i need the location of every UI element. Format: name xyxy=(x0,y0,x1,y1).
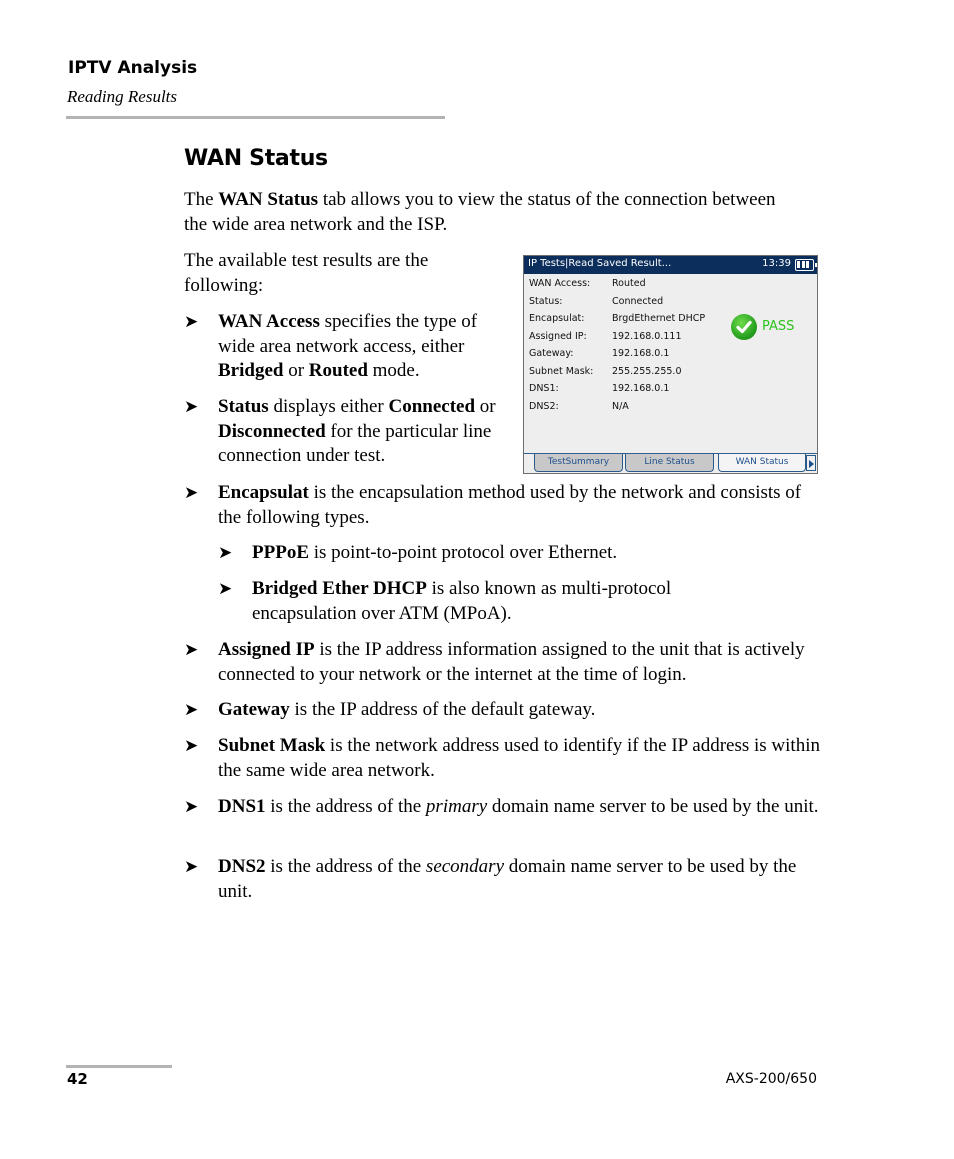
device-tab-bar: TestSummary Line Status WAN Status xyxy=(524,453,817,473)
tab-line-status[interactable]: Line Status xyxy=(625,454,714,472)
tab-scroll-right-icon[interactable] xyxy=(806,455,816,471)
section-subtitle: Reading Results xyxy=(67,87,178,106)
bullet-arrow-icon: ➤ xyxy=(184,797,199,817)
header-divider xyxy=(66,116,445,119)
page-number: 42 xyxy=(67,1070,88,1088)
bullet-arrow-icon: ➤ xyxy=(184,312,199,332)
device-screenshot: IP Tests|Read Saved Result... 13:39 WAN … xyxy=(523,255,818,474)
bullet-arrow-icon: ➤ xyxy=(184,700,199,720)
chapter-title: IPTV Analysis xyxy=(68,58,198,78)
battery-full-icon xyxy=(795,259,817,271)
tab-wan-status[interactable]: WAN Status xyxy=(718,454,806,472)
device-title: IP Tests|Read Saved Result... xyxy=(528,258,672,269)
bullet-arrow-icon: ➤ xyxy=(184,736,199,756)
available-results-text: The available test results are the follo… xyxy=(184,250,429,296)
bullet-arrow-icon: ➤ xyxy=(218,543,233,563)
product-model: AXS-200/650 xyxy=(725,1071,817,1087)
footer-divider xyxy=(66,1065,172,1068)
checkmark-icon xyxy=(731,314,757,340)
bullet-arrow-icon: ➤ xyxy=(184,483,199,503)
device-titlebar: IP Tests|Read Saved Result... 13:39 xyxy=(524,256,817,274)
bullet-arrow-icon: ➤ xyxy=(184,640,199,660)
tab-test-summary[interactable]: TestSummary xyxy=(534,454,623,472)
device-clock: 13:39 xyxy=(762,258,791,269)
intro-paragraph: The WAN Status tab allows you to view th… xyxy=(184,189,776,235)
bullet-arrow-icon: ➤ xyxy=(184,857,199,877)
pass-label: PASS xyxy=(762,319,795,334)
bullet-arrow-icon: ➤ xyxy=(218,579,233,599)
page-title: WAN Status xyxy=(184,146,328,171)
bullet-arrow-icon: ➤ xyxy=(184,397,199,417)
